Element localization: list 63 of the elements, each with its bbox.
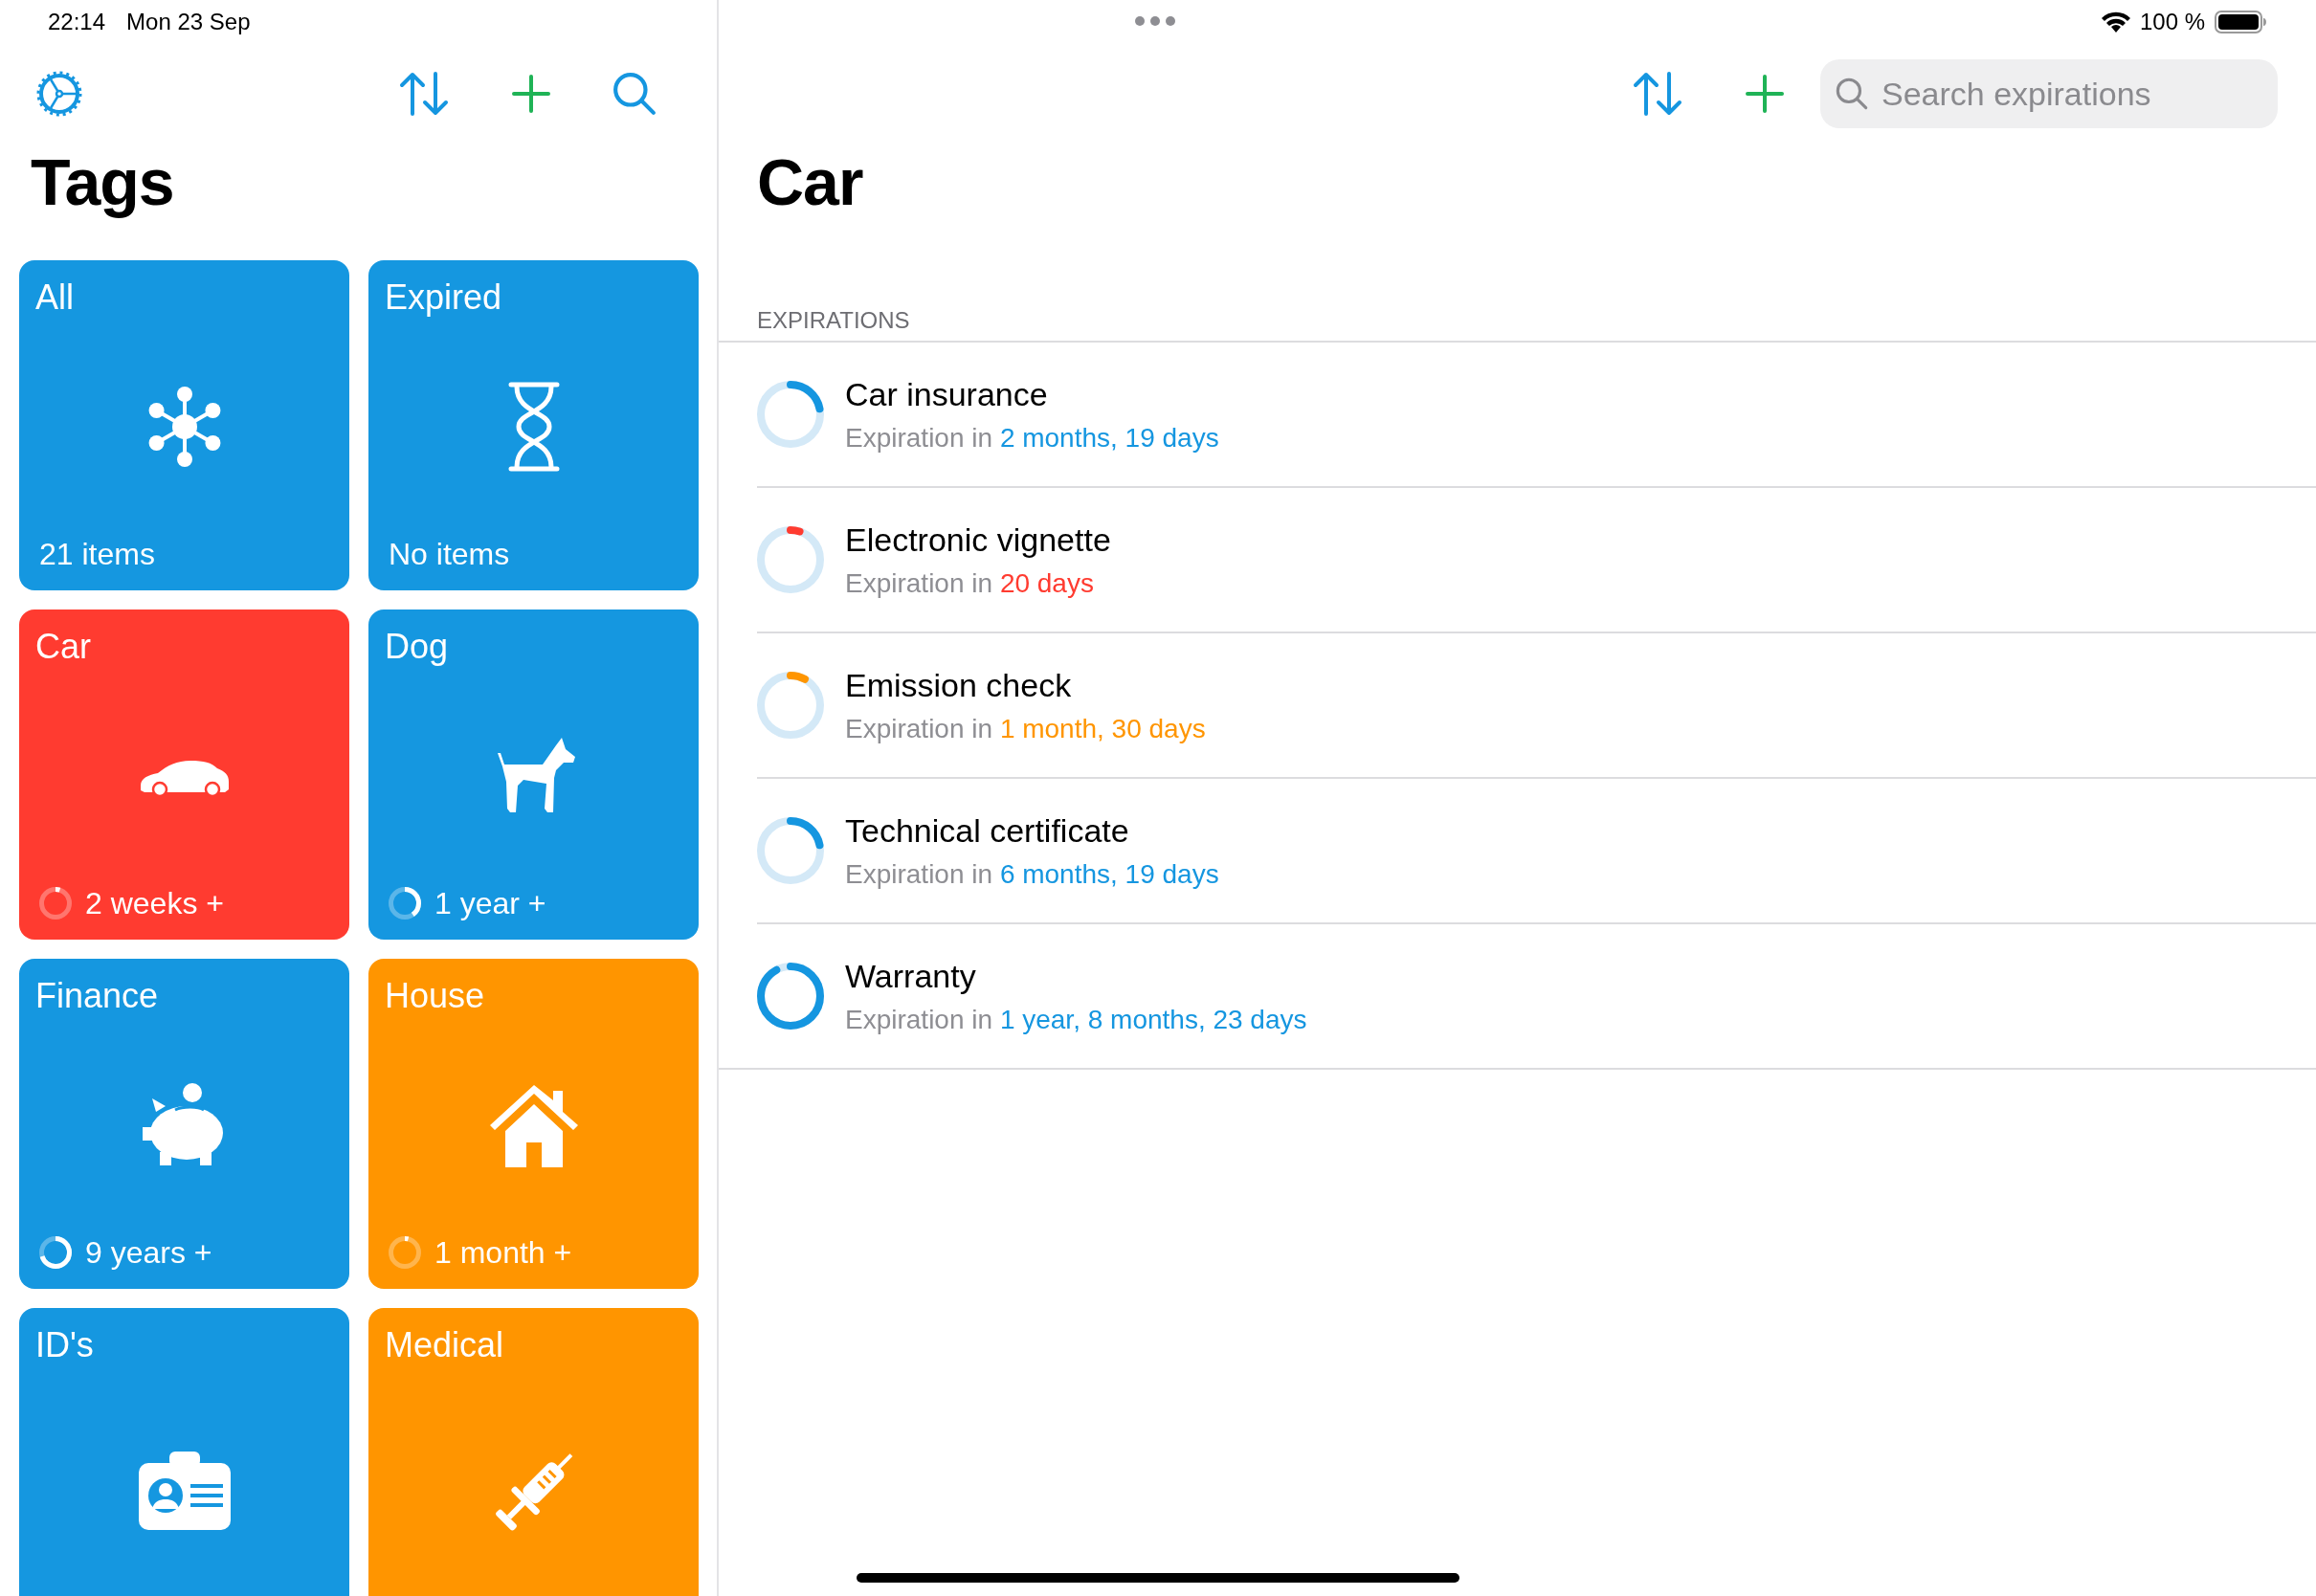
tag-summary: 1 year + xyxy=(434,885,546,921)
tag-tile[interactable]: All 21 items xyxy=(19,260,349,590)
battery-icon xyxy=(2215,11,2266,33)
expiration-title: Technical certificate xyxy=(845,811,1129,850)
add-icon xyxy=(1746,75,1784,113)
expiration-title: Car insurance xyxy=(845,375,1048,413)
tag-name: House xyxy=(385,976,485,1016)
tag-name: Dog xyxy=(385,627,449,667)
tag-tile[interactable]: House 1 month + xyxy=(368,959,699,1289)
progress-ring xyxy=(757,963,824,1030)
section-header: EXPIRATIONS xyxy=(756,306,910,335)
tag-summary: 1 month + xyxy=(434,1234,572,1271)
expiration-row[interactable]: Warranty Expiration in 1 year, 8 months, 23 days xyxy=(757,922,2316,1068)
tag-tile[interactable]: Medical xyxy=(368,1308,699,1596)
tag-tile[interactable]: Car 2 weeks + xyxy=(19,610,349,940)
expiration-row[interactable]: Electronic vignette Expiration in 20 days xyxy=(757,486,2316,632)
tag-name: All xyxy=(35,277,74,318)
progress-ring xyxy=(39,887,72,920)
tag-tile[interactable]: Dog 1 year + xyxy=(368,610,699,940)
search-icon xyxy=(1836,78,1868,110)
sidebar-title: Tags xyxy=(30,144,174,220)
expiration-title: Warranty xyxy=(845,957,976,995)
progress-ring xyxy=(757,672,824,739)
tag-summary: No items xyxy=(389,536,510,572)
tag-summary: 2 weeks + xyxy=(85,885,224,921)
status-date: Mon 23 Sep xyxy=(126,9,251,35)
expiration-date: Expiration in 2 months, 19 days xyxy=(845,422,1219,454)
sort-icon xyxy=(1633,72,1682,116)
progress-ring xyxy=(757,381,824,448)
tag-tile[interactable]: ID's xyxy=(19,1308,349,1596)
progress-ring xyxy=(389,887,421,920)
expiration-date: Expiration in 20 days xyxy=(845,567,1094,599)
expiration-date: Expiration in 1 year, 8 months, 23 days xyxy=(845,1004,1307,1035)
tag-name: Finance xyxy=(35,976,159,1016)
tag-summary: 9 years + xyxy=(85,1234,212,1271)
wifi-icon xyxy=(2101,11,2130,33)
tag-name: Medical xyxy=(385,1325,504,1365)
add-icon xyxy=(512,75,550,113)
tag-name: ID's xyxy=(35,1325,94,1365)
multitasking-dots-icon[interactable] xyxy=(1134,15,1176,27)
tag-tile[interactable]: Finance 9 years + xyxy=(19,959,349,1289)
tag-name: Expired xyxy=(385,277,502,318)
sort-icon xyxy=(399,72,449,116)
progress-ring xyxy=(389,1236,421,1269)
battery-percentage: 100 % xyxy=(2139,9,2205,35)
expiration-title: Electronic vignette xyxy=(845,521,1111,559)
tag-name: Car xyxy=(35,627,91,667)
expiration-title: Emission check xyxy=(845,666,1072,704)
expiration-date: Expiration in 6 months, 19 days xyxy=(845,858,1219,890)
expiration-row[interactable]: Car insurance Expiration in 2 months, 19 days xyxy=(757,343,2316,486)
settings-icon xyxy=(36,71,82,117)
expiration-date: Expiration in 1 month, 30 days xyxy=(845,713,1206,744)
progress-ring xyxy=(757,817,824,884)
status-time: 22:14 xyxy=(48,9,106,35)
expiration-row[interactable]: Technical certificate Expiration in 6 months, 19 days xyxy=(757,777,2316,922)
search-icon xyxy=(612,72,657,116)
page-title: Car xyxy=(756,144,863,220)
tag-tile[interactable]: Expired No items xyxy=(368,260,699,590)
search-field[interactable]: Search expirations xyxy=(1820,59,2278,128)
progress-ring xyxy=(39,1236,72,1269)
expiration-row[interactable]: Emission check Expiration in 1 month, 30 days xyxy=(757,632,2316,777)
tag-summary: 21 items xyxy=(39,536,155,572)
progress-ring xyxy=(757,526,824,593)
